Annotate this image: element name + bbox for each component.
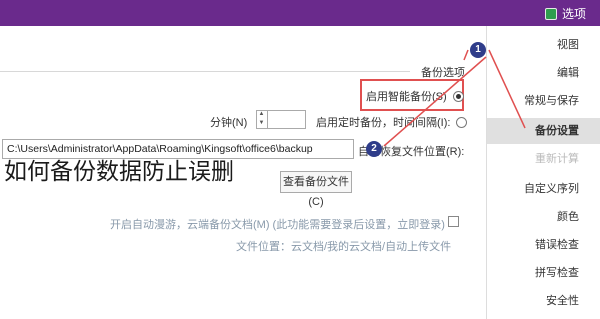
sidebar-item-error-check[interactable]: 错误检查 xyxy=(487,232,600,258)
app-icon xyxy=(544,7,557,20)
dialog-title: 选项 xyxy=(544,5,586,22)
sidebar-item-color[interactable]: 颜色 xyxy=(487,204,600,230)
sidebar-item-general-save[interactable]: 常规与保存 xyxy=(487,88,600,114)
sidebar-item-custom-list[interactable]: 自定义序列 xyxy=(487,176,600,202)
sidebar-item-spell-check[interactable]: 拼写检查 xyxy=(487,260,600,286)
title-bar: 选项 xyxy=(0,0,600,26)
sidebar-item-recalculate[interactable]: 重新计算 xyxy=(487,146,600,172)
options-sidebar: 视图 编辑 常规与保存 备份设置 重新计算 自定义序列 颜色 错误检查 拼写检查… xyxy=(486,26,600,319)
backup-group-title: 备份选项 xyxy=(418,64,468,80)
timed-backup-label: 启用定时备份，时间间隔(I): xyxy=(316,117,451,129)
group-divider xyxy=(0,71,410,72)
step-marker-1: 1 xyxy=(470,42,486,58)
sidebar-item-security[interactable]: 安全性 xyxy=(487,288,600,314)
file-location-note: 文件位置：云文档/我的云文档/自动上传文件 xyxy=(236,241,452,253)
sidebar-item-edit[interactable]: 编辑 xyxy=(487,60,600,86)
timed-backup-radio[interactable] xyxy=(456,116,468,128)
timed-backup-option[interactable]: 启用定时备份，时间间隔(I): xyxy=(316,114,468,130)
dialog-title-text: 选项 xyxy=(561,7,586,21)
smart-backup-radio[interactable] xyxy=(452,90,464,102)
view-backup-button[interactable]: 查看备份文件(C) xyxy=(280,171,352,208)
cloud-roaming-label: 开启自动漫游，云端备份文档(M) (此功能需要登录后设置，立即登录) xyxy=(110,219,445,231)
step-marker-2: 2 xyxy=(366,141,382,157)
interval-spinner[interactable]: ▲ ▼ xyxy=(256,110,268,129)
sidebar-item-view[interactable]: 视图 xyxy=(487,32,600,58)
overlay-caption: 如何备份数据防止误删 xyxy=(4,159,234,185)
cloud-roaming-checkbox[interactable] xyxy=(448,216,459,227)
smart-backup-label: 启用智能备份(S) xyxy=(366,91,447,103)
sidebar-item-backup[interactable]: 备份设置 xyxy=(487,118,600,144)
smart-backup-option[interactable]: 启用智能备份(S) xyxy=(366,88,464,104)
minutes-unit-label: 分钟(N) xyxy=(210,117,248,129)
